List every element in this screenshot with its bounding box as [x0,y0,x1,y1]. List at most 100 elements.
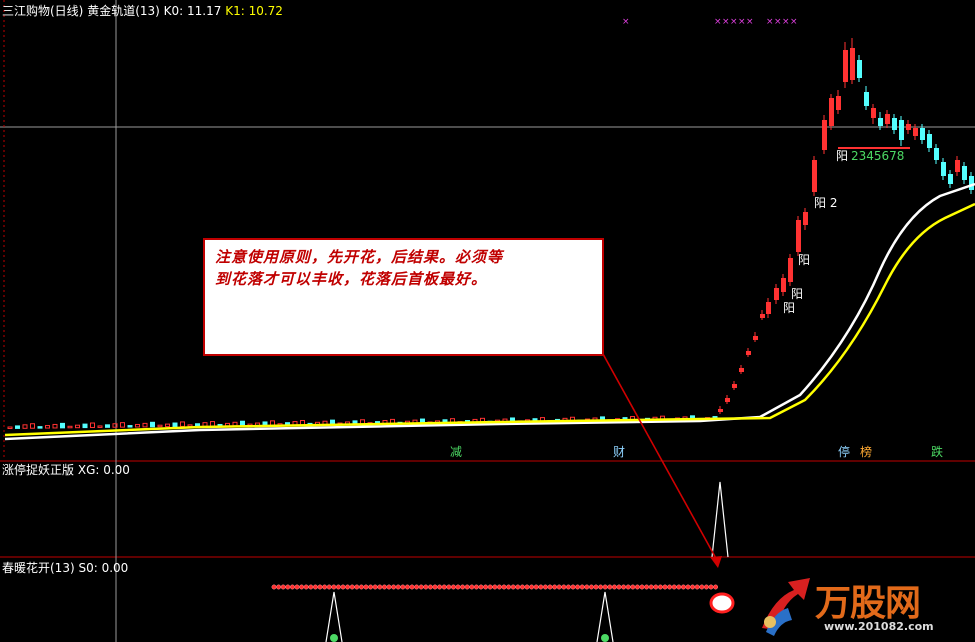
candle [180,421,185,427]
bead [441,584,447,590]
candle-body [766,302,771,314]
bead [713,584,719,590]
bead [699,584,705,590]
marker-x: × [622,17,630,27]
s0-dot [330,634,338,642]
marker-x: × [782,17,790,27]
bead [685,584,691,590]
candle-body [822,120,827,150]
bead [611,584,617,590]
marker-x: × [730,17,738,27]
candle-body [739,368,744,372]
candle-body [892,118,897,130]
bead [552,584,558,590]
bead [478,584,484,590]
bead [529,584,535,590]
annotation-line-2: 到花落才可以丰收，花落后首板最好。 [215,270,488,288]
candle-body [906,124,911,130]
candle [202,422,208,427]
bead [372,584,378,590]
annotation-note: 注意使用原则，先开花，后结果。必须等 到花落才可以丰收，花落后首板最好。 [203,238,604,356]
candle-body [836,96,841,110]
candle-body [955,160,960,172]
candle-body [962,166,967,180]
s0-panel-header: 春暖花开(13) S0: 0.00 [2,561,128,575]
candlestick-series [7,38,974,429]
bead [437,584,443,590]
candle-body [871,108,876,118]
event-tag-finance[interactable]: 财 [612,445,626,459]
candle [142,422,148,428]
candle-body [732,384,737,388]
bead [671,584,677,590]
xg-panel-name: 涨停捉妖正版 [2,463,75,477]
bead [303,584,309,590]
candle [60,422,65,429]
candle-body [927,134,932,148]
candle-body [753,336,758,340]
xg-spike [711,481,729,558]
bead [680,584,686,590]
event-tag-fall[interactable]: 跌 [930,445,944,459]
bead [335,584,341,590]
bead [561,584,567,590]
bead [662,584,668,590]
candle [37,426,43,429]
watermark-url: www.201082.com [824,620,934,633]
candle [97,425,103,428]
bead [515,584,521,590]
yang-label-4: 阳 2 [814,196,838,210]
candle [22,424,28,429]
candle [120,422,125,428]
bead [299,584,305,590]
bead [542,584,548,590]
candle [105,424,110,428]
bead [418,584,424,590]
candle-body [913,128,918,136]
bead [676,584,682,590]
candle-body [969,176,974,190]
bead [519,584,525,590]
signal-circle [709,592,735,614]
bead [455,584,461,590]
bead [271,584,277,590]
candle [75,424,80,429]
bead [579,584,585,590]
candle-body [829,98,834,126]
marker-x: × [790,17,798,27]
bead [694,584,700,590]
bead [349,584,355,590]
bead [625,584,631,590]
candle-body [781,278,786,292]
bead [630,584,636,590]
candle-body [857,60,862,78]
candle-body [899,120,904,140]
candle [210,421,215,427]
bead [381,584,387,590]
xg-panel-header: 涨停捉妖正版 XG: 0.00 [2,463,130,477]
event-tag-halt[interactable]: 停 [837,445,851,459]
bead [510,584,516,590]
bead [460,584,466,590]
candle-body [941,162,946,176]
candle [90,422,95,429]
candle [15,425,20,429]
bead [400,584,406,590]
stock-name: 三江购物(日线) [2,4,84,18]
bead [414,584,420,590]
bead [345,584,351,590]
annotation-line-1: 注意使用原则，先开花，后结果。必须等 [215,248,504,266]
candle [45,425,50,429]
bead [377,584,383,590]
bead [653,584,659,590]
bead [285,584,291,590]
bead [648,584,654,590]
event-tag-list[interactable]: 榜 [859,445,873,459]
yang-label-2: 阳 [791,287,804,301]
bead [432,584,438,590]
candle [30,423,35,429]
bead [501,584,507,590]
bead [598,584,604,590]
bead [667,584,673,590]
event-tag-reduce[interactable]: 减 [449,445,463,459]
